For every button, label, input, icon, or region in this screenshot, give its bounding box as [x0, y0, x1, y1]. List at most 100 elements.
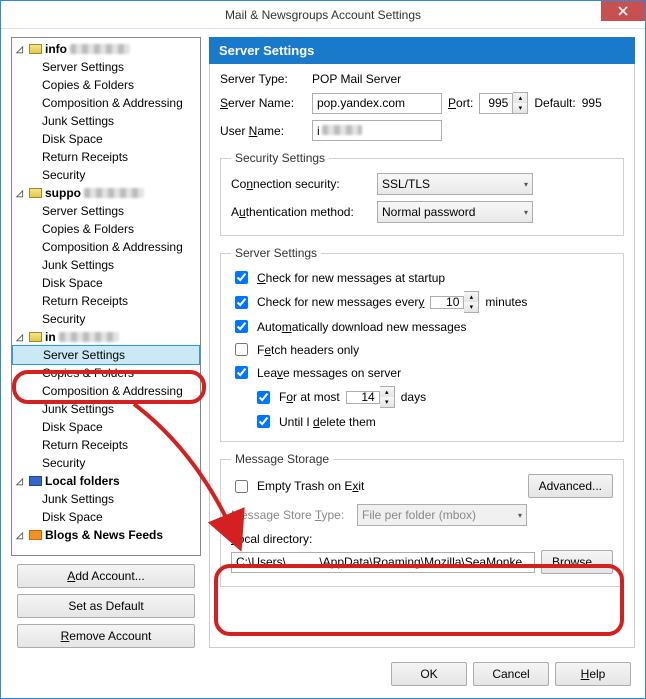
tree-item-junk[interactable]: Junk Settings [12, 112, 200, 130]
chk-suffix: minutes [485, 295, 527, 309]
tree-item-composition[interactable]: Composition & Addressing [12, 94, 200, 112]
minutes-spinner[interactable]: ▴▾ [430, 291, 479, 313]
user-name-label: User Name: [220, 124, 306, 138]
chk-label: Fetch headers only [257, 343, 359, 357]
tree-item-security[interactable]: Security [12, 310, 200, 328]
redaction [84, 188, 144, 198]
tree-item-copies-folders[interactable]: Copies & Folders [12, 220, 200, 238]
chk-label: Leave messages on server [257, 366, 401, 380]
fetch-headers-checkbox[interactable] [235, 343, 248, 356]
twisty-icon: ◿ [16, 188, 25, 199]
chevron-down-icon[interactable]: ▾ [380, 397, 394, 407]
tree-label: in [45, 330, 56, 344]
tree-item-return-receipts[interactable]: Return Receipts [12, 436, 200, 454]
close-icon [618, 6, 628, 16]
redaction [70, 44, 130, 54]
tree-item-security[interactable]: Security [12, 166, 200, 184]
chevron-down-icon: ▾ [518, 511, 522, 520]
tree-item-server-settings[interactable]: Server Settings [12, 345, 200, 365]
tree-label: info [45, 42, 67, 56]
browse-button[interactable]: Browse... [541, 550, 613, 574]
titlebar: Mail & Newsgroups Account Settings [1, 1, 645, 29]
tree-item-junk[interactable]: Junk Settings [12, 400, 200, 418]
auth-method-select[interactable]: Normal password▾ [377, 201, 533, 223]
tree-item-security[interactable]: Security [12, 454, 200, 472]
fieldset-legend: Security Settings [231, 151, 329, 165]
chevron-up-icon[interactable]: ▴ [464, 292, 478, 302]
tree-label: Blogs & News Feeds [45, 528, 163, 542]
twisty-icon: ◿ [16, 44, 25, 55]
help-button[interactable]: Help [555, 662, 631, 686]
close-button[interactable] [601, 1, 645, 21]
account-tree[interactable]: ◿ info Server Settings Copies & Folders C… [11, 37, 201, 556]
tree-item-return-receipts[interactable]: Return Receipts [12, 292, 200, 310]
ok-button[interactable]: OK [391, 662, 467, 686]
tree-item-junk[interactable]: Junk Settings [12, 490, 200, 508]
mail-icon [29, 188, 42, 198]
tree-item-return-receipts[interactable]: Return Receipts [12, 148, 200, 166]
twisty-icon: ◿ [16, 530, 25, 541]
remove-account-button[interactable]: Remove Account [17, 624, 195, 648]
chk-label: Empty Trash on Exit [257, 479, 364, 493]
tree-label: suppo [45, 186, 81, 200]
tree-item-disk-space[interactable]: Disk Space [12, 130, 200, 148]
rss-icon [29, 530, 42, 540]
days-spinner[interactable]: ▴▾ [346, 386, 395, 408]
twisty-icon: ◿ [16, 476, 25, 487]
for-at-most-checkbox[interactable] [257, 391, 270, 404]
chevron-up-icon[interactable]: ▴ [513, 93, 527, 103]
tree-blogs-feeds[interactable]: ◿ Blogs & News Feeds [12, 526, 200, 544]
panel-title: Server Settings [209, 37, 635, 64]
check-startup-checkbox[interactable] [235, 271, 248, 284]
port-spinner[interactable]: ▴▾ [479, 92, 528, 114]
security-settings-group: Security Settings Connection security: S… [220, 151, 624, 236]
tree-item-server-settings[interactable]: Server Settings [12, 202, 200, 220]
chevron-down-icon: ▾ [524, 180, 528, 189]
tree-item-copies-folders[interactable]: Copies & Folders [12, 76, 200, 94]
server-name-label: Server Name: [220, 96, 306, 110]
chk-label: Check for new messages at startup [257, 271, 445, 285]
check-every-checkbox[interactable] [235, 296, 248, 309]
tree-item-copies-folders[interactable]: Copies & Folders [12, 364, 200, 382]
server-name-input[interactable] [312, 93, 442, 114]
empty-trash-checkbox[interactable] [235, 480, 248, 493]
chk-label: Check for new messages every [257, 295, 424, 309]
tree-item-disk-space[interactable]: Disk Space [12, 418, 200, 436]
tree-item-composition[interactable]: Composition & Addressing [12, 238, 200, 256]
chk-label: Automatically download new messages [257, 320, 466, 334]
tree-label: Local folders [45, 474, 120, 488]
redaction [59, 332, 119, 342]
add-account-button[interactable]: AAdd Account...dd Account... [17, 564, 195, 588]
redaction [322, 125, 362, 135]
tree-item-disk-space[interactable]: Disk Space [12, 508, 200, 526]
auto-download-checkbox[interactable] [235, 320, 248, 333]
fieldset-legend: Server Settings [231, 246, 321, 260]
server-type-value: POP Mail Server [312, 72, 401, 86]
advanced-button[interactable]: Advanced... [528, 474, 613, 498]
mail-icon [29, 332, 42, 342]
chk-label: Until I delete them [279, 415, 376, 429]
chk-suffix: days [401, 390, 426, 404]
store-type-select: File per folder (mbox)▾ [357, 504, 527, 526]
tree-account[interactable]: ◿ suppo [12, 184, 200, 202]
tree-account[interactable]: ◿ info [12, 40, 200, 58]
chevron-down-icon[interactable]: ▾ [464, 302, 478, 312]
chevron-down-icon[interactable]: ▾ [513, 103, 527, 113]
auth-method-label: Authentication method: [231, 205, 371, 219]
tree-local-folders[interactable]: ◿ Local folders [12, 472, 200, 490]
local-directory-input[interactable] [231, 552, 535, 573]
window-title: Mail & Newsgroups Account Settings [225, 8, 421, 22]
chevron-down-icon: ▾ [524, 208, 528, 217]
tree-item-disk-space[interactable]: Disk Space [12, 274, 200, 292]
set-default-button[interactable]: Set as Default [17, 594, 195, 618]
fieldset-legend: Message Storage [231, 452, 333, 466]
chevron-up-icon[interactable]: ▴ [380, 387, 394, 397]
until-delete-checkbox[interactable] [257, 415, 270, 428]
tree-item-junk[interactable]: Junk Settings [12, 256, 200, 274]
tree-item-server-settings[interactable]: Server Settings [12, 58, 200, 76]
tree-account[interactable]: ◿in [12, 328, 200, 346]
tree-item-composition[interactable]: Composition & Addressing [12, 382, 200, 400]
leave-on-server-checkbox[interactable] [235, 366, 248, 379]
connection-security-select[interactable]: SSL/TLS▾ [377, 173, 533, 195]
cancel-button[interactable]: Cancel [473, 662, 549, 686]
